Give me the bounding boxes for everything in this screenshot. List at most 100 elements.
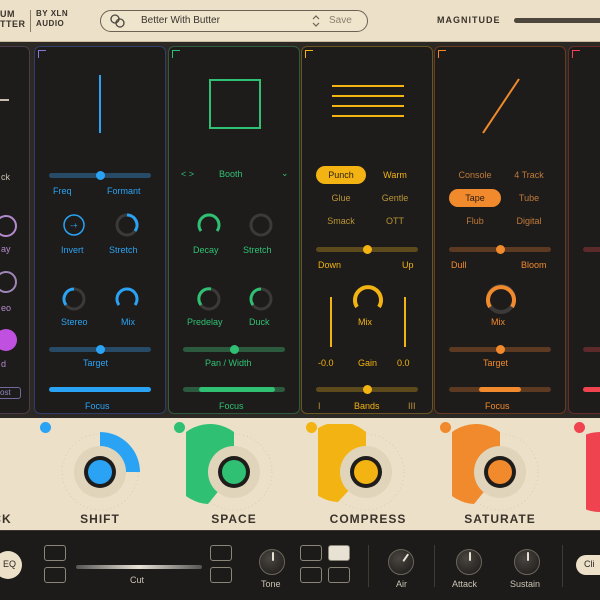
- predelay-knob[interactable]: [197, 287, 221, 311]
- fifth-slider-2[interactable]: [583, 347, 600, 352]
- mode-tube[interactable]: Tube: [503, 189, 555, 207]
- low-shelf-shape-button[interactable]: [44, 567, 66, 583]
- freq-formant-slider[interactable]: [49, 171, 151, 180]
- focus-bar[interactable]: [49, 387, 151, 392]
- saturate-macro-knob[interactable]: [452, 424, 548, 514]
- mode-digital[interactable]: Digital: [503, 212, 555, 230]
- gain-left-meter: [330, 297, 332, 347]
- tone-shape-4[interactable]: [328, 567, 350, 583]
- panel-first-text-3: eo: [1, 303, 12, 313]
- shift-macro-knob[interactable]: [54, 424, 150, 514]
- tone-shape-2[interactable]: [328, 545, 350, 561]
- focus-range: [479, 387, 521, 392]
- dull-bloom-slider[interactable]: [449, 245, 551, 254]
- modules-area: ck ay eo d ost Freq Formant -+ Invert St…: [0, 42, 600, 418]
- down-up-slider[interactable]: [316, 245, 418, 254]
- stereo-knob[interactable]: [62, 287, 86, 311]
- room-dropdown-icon[interactable]: ⌄: [281, 168, 289, 179]
- air-knob[interactable]: [388, 549, 414, 575]
- preset-browser-icon[interactable]: [109, 13, 127, 29]
- mix-label: Mix: [358, 317, 372, 327]
- compress-macro-knob[interactable]: [318, 424, 414, 514]
- tone-shape-1[interactable]: [300, 545, 322, 561]
- panel-fifth-corner: [572, 50, 580, 58]
- decay-knob[interactable]: [197, 213, 221, 237]
- eq-button[interactable]: EQ: [0, 551, 22, 579]
- shift-enable-dot[interactable]: [40, 422, 51, 433]
- mode-4-track[interactable]: 4 Track: [503, 166, 555, 184]
- freq-formant-handle[interactable]: [96, 171, 105, 180]
- invert-toggle[interactable]: -+: [62, 213, 86, 237]
- preset-name: Better With Butter: [141, 15, 220, 26]
- attack-knob[interactable]: [456, 549, 482, 575]
- mode-smack[interactable]: Smack: [316, 212, 366, 230]
- fifth-enable-dot[interactable]: [574, 422, 585, 433]
- svg-text:-+: -+: [70, 221, 78, 230]
- panel-first-knob-2[interactable]: [0, 271, 17, 293]
- pan-width-slider[interactable]: [183, 345, 285, 354]
- pan-width-handle[interactable]: [230, 345, 239, 354]
- down-up-handle[interactable]: [363, 245, 372, 254]
- focus-bar[interactable]: [449, 387, 551, 392]
- panel-first-knob-3[interactable]: [0, 329, 17, 351]
- panel-first-line: [0, 99, 9, 101]
- bands-handle[interactable]: [363, 385, 372, 394]
- mode-glue[interactable]: Glue: [316, 189, 366, 207]
- bands-slider[interactable]: [316, 385, 418, 394]
- shift-macro-label: SHIFT: [80, 512, 120, 526]
- divider: [562, 545, 563, 587]
- room-prev-icon[interactable]: < >: [181, 169, 194, 179]
- divider: [368, 545, 369, 587]
- target-slider[interactable]: [49, 345, 151, 354]
- high-cut-shape-button[interactable]: [210, 545, 232, 561]
- dull-bloom-handle[interactable]: [496, 245, 505, 254]
- magnitude-slider[interactable]: [514, 18, 600, 23]
- compress-enable-dot[interactable]: [306, 422, 317, 433]
- mode-punch[interactable]: Punch: [316, 166, 366, 184]
- panel-saturate-corner: [438, 50, 446, 58]
- fifth-macro-knob[interactable]: [586, 424, 600, 514]
- mode-flub[interactable]: Flub: [449, 212, 501, 230]
- panel-first-knob-1[interactable]: [0, 215, 17, 237]
- target-label: Target: [83, 358, 109, 368]
- target-handle[interactable]: [496, 345, 505, 354]
- stretch-knob[interactable]: [249, 213, 273, 237]
- space-macro-knob[interactable]: [186, 424, 282, 514]
- tone-shape-3[interactable]: [300, 567, 322, 583]
- saturate-enable-dot[interactable]: [440, 422, 451, 433]
- target-handle[interactable]: [96, 345, 105, 354]
- fifth-focus-bar[interactable]: [583, 387, 600, 392]
- preset-selector[interactable]: Better With Butter Save: [100, 10, 368, 32]
- save-button[interactable]: Save: [329, 15, 352, 26]
- mode-ott[interactable]: OTT: [370, 212, 420, 230]
- mix-knob[interactable]: [115, 287, 139, 311]
- target-slider[interactable]: [449, 345, 551, 354]
- room-name[interactable]: Booth: [219, 169, 243, 179]
- mode-console[interactable]: Console: [449, 166, 501, 184]
- panel-saturate: Console 4 Track Tape Tube Flub Digital D…: [434, 46, 566, 414]
- mix-knob[interactable]: [352, 283, 384, 315]
- clip-button[interactable]: Cli: [576, 555, 600, 575]
- tone-knob[interactable]: [259, 549, 285, 575]
- down-label: Down: [318, 260, 342, 270]
- compress-visual-lines: [332, 85, 404, 117]
- high-shelf-shape-button[interactable]: [210, 567, 232, 583]
- mode-gentle[interactable]: Gentle: [370, 189, 420, 207]
- stretch-knob[interactable]: [115, 213, 139, 237]
- mix-knob[interactable]: [485, 283, 517, 315]
- low-cut-shape-button[interactable]: [44, 545, 66, 561]
- invert-label: Invert: [61, 245, 84, 255]
- panel-compress: Punch Warm Glue Gentle Smack OTT Down Up…: [301, 46, 433, 414]
- cut-slider[interactable]: [76, 565, 202, 569]
- panel-first-button[interactable]: ost: [0, 387, 21, 399]
- tone-label: Tone: [261, 579, 281, 589]
- mode-warm[interactable]: Warm: [370, 166, 420, 184]
- attack-label: Attack: [452, 579, 478, 589]
- space-enable-dot[interactable]: [174, 422, 185, 433]
- mode-tape[interactable]: Tape: [449, 189, 501, 207]
- focus-bar[interactable]: [183, 387, 285, 392]
- duck-knob[interactable]: [249, 287, 273, 311]
- preset-up-down-icon[interactable]: [311, 12, 321, 30]
- fifth-slider-1[interactable]: [583, 247, 600, 252]
- sustain-knob[interactable]: [514, 549, 540, 575]
